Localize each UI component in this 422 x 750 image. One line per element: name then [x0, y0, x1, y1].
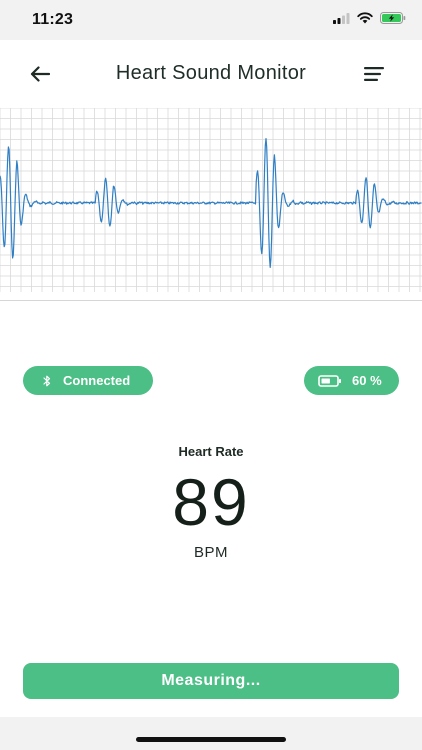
battery-icon [318, 374, 342, 387]
connection-status-label: Connected [63, 373, 131, 388]
heart-sound-waveform [0, 108, 422, 301]
status-time: 11:23 [32, 11, 74, 28]
menu-icon [363, 67, 384, 81]
heart-rate-unit: BPM [193, 544, 228, 561]
app-content: Heart Sound Monitor Connected 60 % Heart… [0, 40, 422, 717]
status-icons [333, 12, 406, 24]
menu-button[interactable] [358, 60, 390, 88]
status-bar: 11:23 [0, 0, 422, 40]
home-indicator [136, 737, 286, 742]
heart-rate-label: Heart Rate [178, 444, 244, 459]
cellular-signal-icon [333, 12, 350, 24]
battery-charging-icon [380, 12, 406, 24]
bluetooth-icon [41, 375, 53, 387]
connection-status-badge: Connected [23, 366, 153, 395]
heart-rate-value: 89 [172, 465, 250, 539]
app-header: Heart Sound Monitor [0, 40, 422, 106]
battery-status-badge: 60 % [304, 366, 399, 395]
screen: 11:23 Heart Sound Monitor Connected 60 %… [0, 0, 422, 750]
measuring-button[interactable]: Measuring... [23, 663, 399, 699]
wifi-icon [357, 12, 373, 24]
battery-level-label: 60 % [352, 373, 382, 388]
